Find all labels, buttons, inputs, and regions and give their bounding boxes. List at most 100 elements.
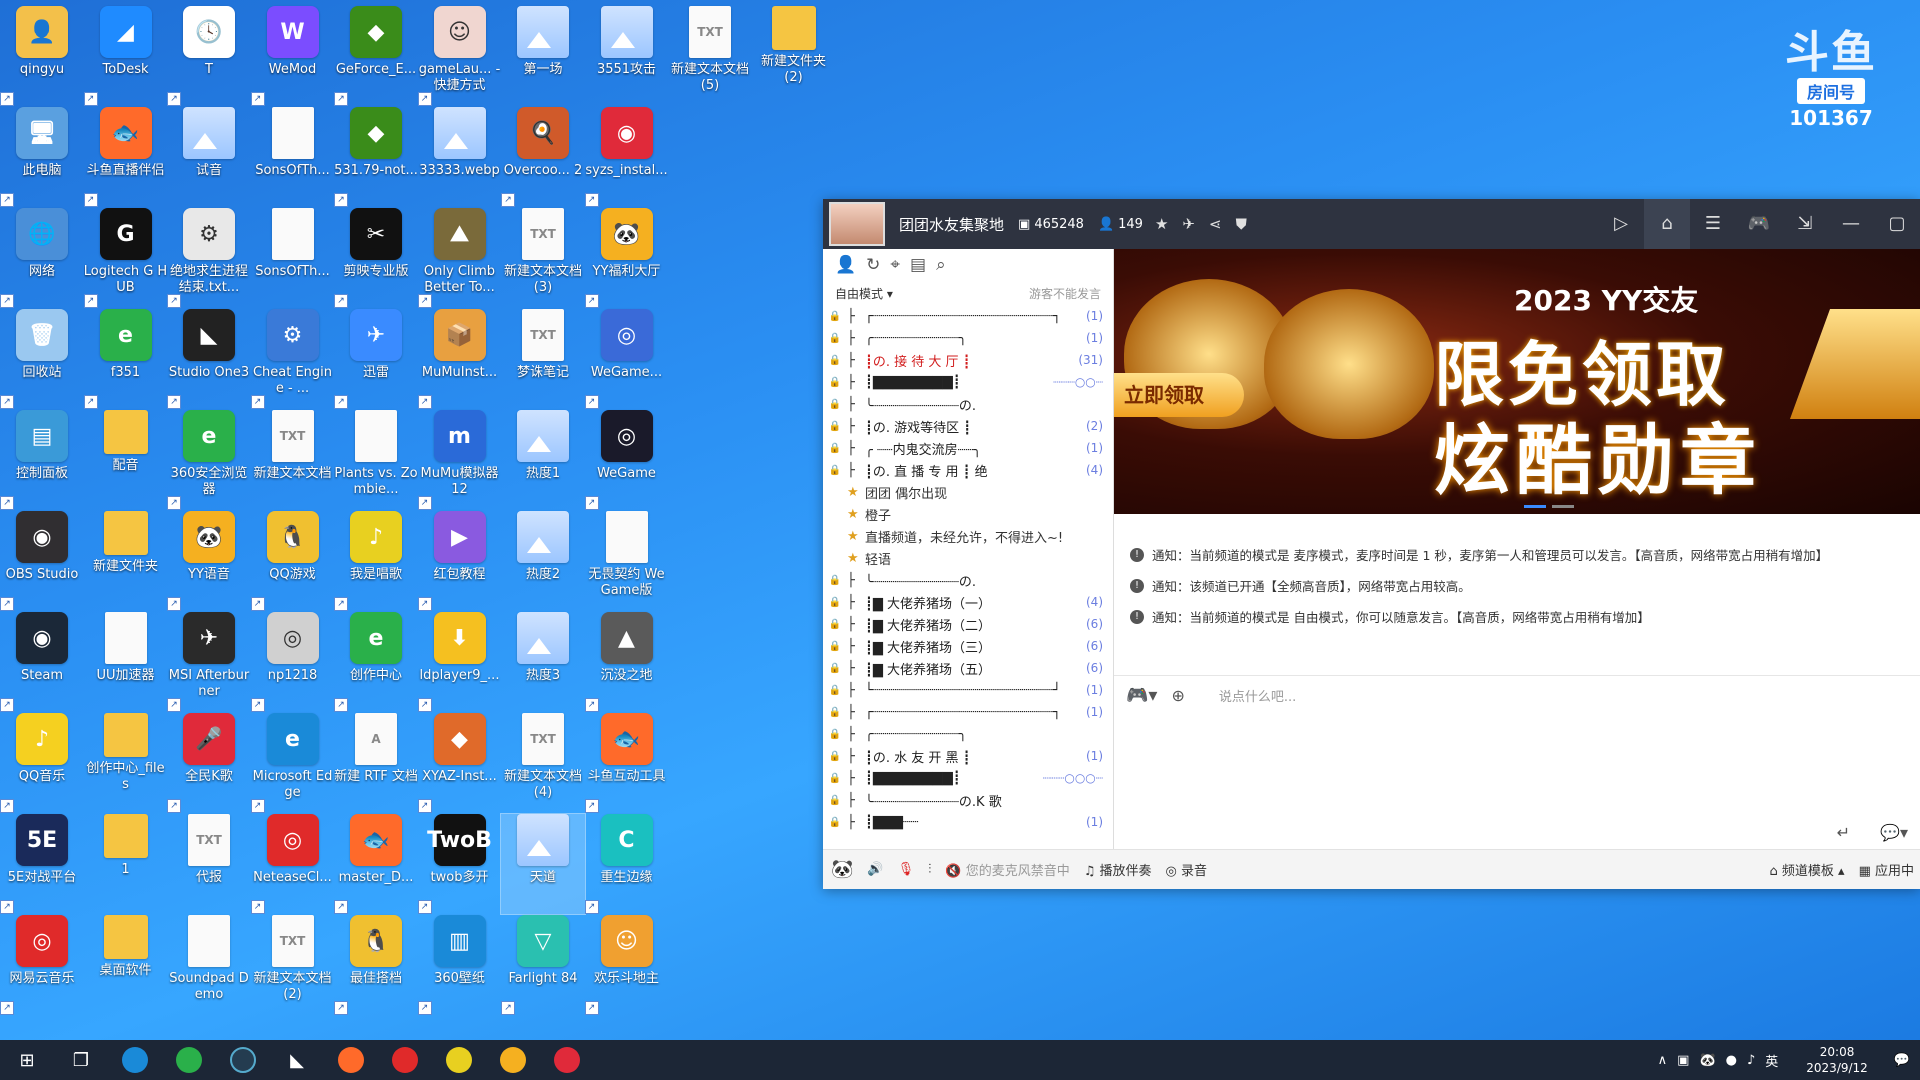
desktop-icon[interactable]: ◆ ↗ GeForce_E... bbox=[334, 6, 418, 106]
desktop-icon[interactable]: ⬇ ↗ ldplayer9_... bbox=[417, 612, 502, 712]
desktop-icon[interactable]: 试音 bbox=[167, 107, 251, 207]
desktop-icon[interactable]: 第一场 bbox=[501, 6, 585, 106]
chat-input[interactable]: 说点什么吧... bbox=[1219, 686, 1296, 705]
channel-avatar[interactable] bbox=[829, 202, 885, 246]
desktop-icon[interactable]: ♪ ↗ QQ音乐 bbox=[0, 713, 84, 813]
desktop-icon[interactable]: ✈ ↗ 迅雷 bbox=[334, 309, 418, 409]
desktop-icon[interactable]: ▶ ↗ 红包教程 bbox=[417, 511, 502, 611]
location-icon[interactable]: ⌖ bbox=[890, 255, 900, 275]
desktop-icon[interactable]: 👤 ↗ qingyu bbox=[0, 6, 84, 106]
taskbar-kge-icon[interactable] bbox=[540, 1040, 594, 1080]
accompany-button[interactable]: ♫ 播放伴奏 bbox=[1084, 860, 1152, 879]
desktop-icon[interactable]: ◉ ↗ OBS Studio bbox=[0, 511, 84, 611]
desktop-icon[interactable]: ◎ ↗ NeteaseCl... bbox=[250, 814, 335, 914]
desktop-icon[interactable]: 🖥 ↗ 此电脑 bbox=[0, 107, 84, 207]
desktop-icon[interactable]: ◣ ↗ Studio One3 bbox=[167, 309, 251, 409]
equalizer-icon[interactable]: ⫶ bbox=[928, 862, 931, 877]
desktop-icon[interactable]: 天道 bbox=[500, 813, 586, 915]
mic-off-icon[interactable]: 🎙 bbox=[898, 862, 915, 877]
desktop-icon[interactable]: W ↗ WeMod bbox=[250, 6, 335, 106]
desktop-icon[interactable]: Plants vs. Zombie... bbox=[334, 410, 418, 510]
desktop-icon[interactable]: ⛰ ↗ Only Climb Better To... bbox=[417, 208, 502, 308]
channel-item[interactable]: 🔒 ├ ┌┈┈┈┈┈┈┈┈┈┈┈┈┈┈┈┈┈┈┈┈┈┈┈┐ (1) bbox=[823, 305, 1113, 327]
promo-banner[interactable]: 立即领取 2023 YY交友 限免领取 炫酷勋章 bbox=[1114, 249, 1920, 514]
task-view-icon[interactable]: ❐ bbox=[54, 1040, 108, 1080]
translate-icon[interactable]: ⊕ bbox=[1171, 686, 1184, 705]
desktop-icon[interactable]: A 新建 RTF 文档 bbox=[334, 713, 418, 813]
channel-item[interactable]: 🔒 ├ ╰┈┈┈┈┈┈┈┈┈┈┈の.K 歌 bbox=[823, 789, 1113, 811]
desktop-icon[interactable]: 33333.webp bbox=[418, 107, 502, 207]
desktop-icon[interactable]: 🐟 ↗ master_D... bbox=[334, 814, 418, 914]
desktop-icon[interactable]: G ↗ Logitech G HUB bbox=[83, 208, 168, 308]
desktop-icon[interactable]: TXT 代报 bbox=[167, 814, 251, 914]
desktop-icon[interactable]: ✂ ↗ 剪映专业版 bbox=[334, 208, 418, 308]
desktop-icon[interactable]: ◉ ↗ Steam bbox=[0, 612, 84, 712]
maximize-icon[interactable]: ▢ bbox=[1874, 199, 1920, 249]
desktop-icon[interactable]: 3551攻击 bbox=[585, 6, 669, 106]
desktop-icon[interactable]: 🐼 ↗ YY福利大厅 bbox=[584, 208, 669, 308]
channel-item[interactable]: 🔒 ├ ┋▇ 大佬养猪场（一） (4) bbox=[823, 591, 1113, 613]
desktop-icon[interactable]: ◢ ↗ ToDesk bbox=[83, 6, 168, 106]
desktop-icon[interactable]: 桌面软件 bbox=[84, 915, 168, 1015]
person-icon[interactable]: 👤 bbox=[835, 255, 856, 275]
desktop-icon[interactable]: 新建文件夹 bbox=[84, 511, 168, 611]
desktop-icon[interactable]: ⚙ ↗ Cheat Engine - ... bbox=[250, 309, 335, 409]
notification-icon[interactable]: 💬 bbox=[1894, 1053, 1910, 1068]
desktop-icon[interactable]: e ↗ 360安全浏览器 bbox=[167, 410, 251, 510]
channel-item[interactable]: 🔒 ├ ┌┈┈┈┈┈┈┈┈┈┈┈┈┈┈┈┈┈┈┈┈┈┈┈┐ (1) bbox=[823, 701, 1113, 723]
desktop-icon[interactable]: 热度3 bbox=[501, 612, 585, 712]
fly-icon[interactable]: ✈ bbox=[1182, 215, 1195, 233]
taskbar-douyu-icon[interactable] bbox=[324, 1040, 378, 1080]
start-button[interactable]: ⊞ bbox=[0, 1040, 54, 1080]
desktop-icon[interactable]: ◎ ↗ WeGame bbox=[584, 410, 669, 510]
desktop-icon[interactable]: 🎤 ↗ 全民K歌 bbox=[167, 713, 251, 813]
desktop-icon[interactable]: TXT 新建文本文档 (4) bbox=[501, 713, 585, 813]
desktop-icon[interactable]: ▥ ↗ 360壁纸 bbox=[417, 915, 502, 1015]
channel-item[interactable]: 🔒 ├ ┋▇ 大佬养猪场（三） (6) bbox=[823, 635, 1113, 657]
desktop-icon[interactable]: 创作中心_files bbox=[84, 713, 168, 813]
gamepad-emoji-icon[interactable]: 🎮▾ bbox=[1126, 685, 1157, 706]
desktop-icon[interactable]: 🕓 ↗ T bbox=[167, 6, 251, 106]
taskbar-edge-icon[interactable] bbox=[108, 1040, 162, 1080]
shield-icon[interactable]: ⛊ bbox=[1236, 215, 1247, 233]
collapse-icon[interactable]: ⇲ bbox=[1782, 199, 1828, 249]
taskbar-netease-icon[interactable] bbox=[378, 1040, 432, 1080]
share-icon[interactable]: ⋖ bbox=[1209, 215, 1222, 233]
desktop-icon[interactable]: SonsOfTh... bbox=[251, 208, 335, 308]
desktop-icon[interactable]: 5E ↗ 5E对战平台 bbox=[0, 814, 84, 914]
chevron-up-icon[interactable]: ∧ bbox=[1658, 1053, 1668, 1068]
desktop-icon[interactable]: 1 bbox=[84, 814, 168, 914]
desktop-icon[interactable]: ◎ ↗ 网易云音乐 bbox=[0, 915, 84, 1015]
desktop-icon[interactable]: ▤ ↗ 控制面板 bbox=[0, 410, 84, 510]
chat-bubble-icon[interactable]: 💬▾ bbox=[1880, 823, 1908, 842]
speaker-icon[interactable]: 🔊 bbox=[867, 862, 883, 877]
channel-item[interactable]: 🔒 ├ ╭ ┈┈内鬼交流房┈┈╮ (1) bbox=[823, 437, 1113, 459]
channel-item[interactable]: 🔒 ├ ┋▇▇▇▇▇▇▇▇┋ ┈┈┈○○○┈ bbox=[823, 767, 1113, 789]
list-icon[interactable]: ☰ bbox=[1690, 199, 1736, 249]
channel-user[interactable]: ★ 轻语 bbox=[823, 547, 1113, 569]
channel-item[interactable]: 🔒 ├ ╰┈┈┈┈┈┈┈┈┈┈┈の. bbox=[823, 393, 1113, 415]
desktop-icon[interactable]: ▲ ↗ 沉没之地 bbox=[584, 612, 669, 712]
channel-item[interactable]: 🔒 ├ ┋▇▇▇┈┈ (1) bbox=[823, 811, 1113, 833]
taskbar-music-icon[interactable] bbox=[432, 1040, 486, 1080]
desktop-icon[interactable]: TwoB ↗ twob多开 bbox=[417, 814, 502, 914]
channel-item[interactable]: 🔒 ├ ╰┈┈┈┈┈┈┈┈┈┈┈の. bbox=[823, 569, 1113, 591]
desktop-icon[interactable]: 🐧 ↗ QQ游戏 bbox=[250, 511, 335, 611]
desktop-icon[interactable]: TXT 梦诛笔记 bbox=[501, 309, 585, 409]
yy-mascot-icon[interactable]: 🐼 bbox=[831, 859, 853, 880]
desktop-icon[interactable]: 配音 bbox=[84, 410, 168, 510]
tray-app-icon[interactable]: ● bbox=[1726, 1053, 1737, 1068]
channel-item[interactable]: 🔒 ├ └┈┈┈┈┈┈┈┈┈┈┈┈┈┈┈┈┈┈┈┈┈┈┈┘ (1) bbox=[823, 679, 1113, 701]
desktop-icon[interactable]: ◆ ↗ XYAZ-Inst... bbox=[417, 713, 502, 813]
channel-item[interactable]: 🔒 ├ ┋の. 直 播 专 用 ┋ 绝 (4) bbox=[823, 459, 1113, 481]
channel-item[interactable]: 🔒 ├ ┋の. 水 友 开 黑 ┋ (1) bbox=[823, 745, 1113, 767]
desktop-icon[interactable]: 热度1 bbox=[501, 410, 585, 510]
channel-user[interactable]: ★ 直播频道，未经允许，不得进入~! bbox=[823, 525, 1113, 547]
app-center-button[interactable]: ▦ 应用中 bbox=[1859, 860, 1914, 879]
desktop-icon[interactable]: e ↗ f351 bbox=[83, 309, 168, 409]
search-icon[interactable]: ⌕ bbox=[936, 255, 946, 275]
desktop-icon[interactable]: m ↗ MuMu模拟器12 bbox=[417, 410, 502, 510]
desktop-icon[interactable]: SonsOfTh... bbox=[251, 107, 335, 207]
notes-icon[interactable]: ▤ bbox=[910, 255, 926, 275]
desktop-icon[interactable]: 热度2 bbox=[501, 511, 585, 611]
